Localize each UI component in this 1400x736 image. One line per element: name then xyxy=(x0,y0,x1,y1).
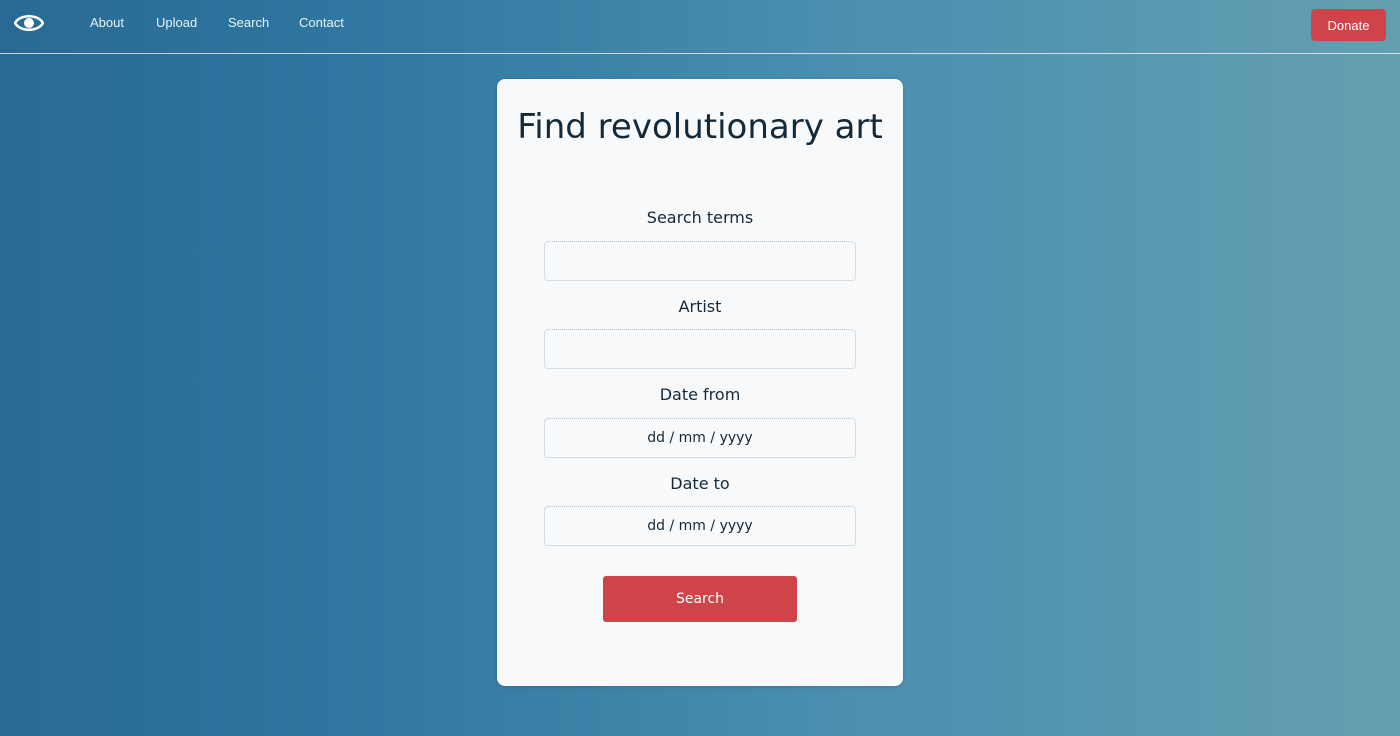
date-from-label: Date from xyxy=(659,385,741,404)
search-terms-label: Search terms xyxy=(646,208,754,227)
search-terms-input[interactable] xyxy=(544,241,856,281)
search-button[interactable]: Search xyxy=(603,576,797,622)
artist-input[interactable] xyxy=(544,329,856,369)
page-title: Find revolutionary art xyxy=(517,107,883,147)
artist-label: Artist xyxy=(678,297,722,316)
date-from-input[interactable] xyxy=(544,418,856,458)
donate-button[interactable]: Donate xyxy=(1311,9,1386,41)
nav-link-contact[interactable]: Contact xyxy=(299,15,344,30)
date-to-label: Date to xyxy=(670,474,730,493)
nav-link-about[interactable]: About xyxy=(90,15,124,30)
search-form-card: Find revolutionary art Search terms Arti… xyxy=(497,79,903,686)
navbar: About Upload Search Contact Donate xyxy=(0,0,1400,54)
nav-link-upload[interactable]: Upload xyxy=(156,15,197,30)
date-to-input[interactable] xyxy=(544,506,856,546)
nav-link-search[interactable]: Search xyxy=(228,15,269,30)
eye-icon[interactable] xyxy=(14,12,44,34)
